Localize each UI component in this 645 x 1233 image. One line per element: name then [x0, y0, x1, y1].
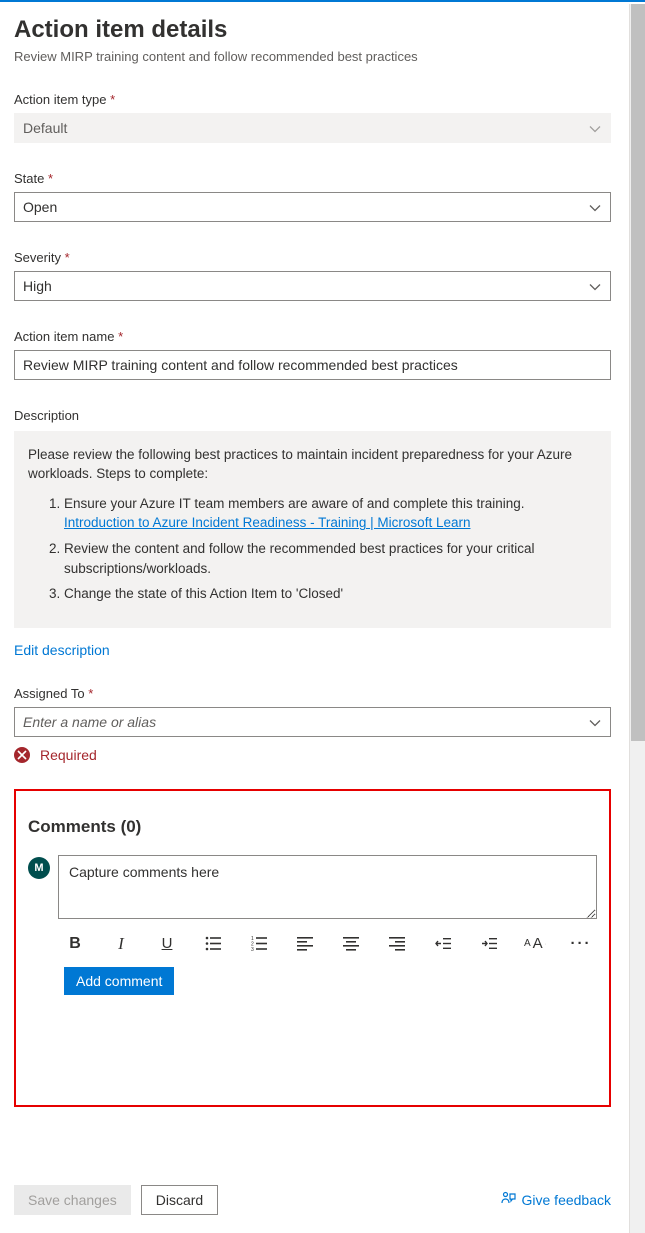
resize-grip-icon[interactable] — [585, 907, 595, 917]
edit-description-link[interactable]: Edit description — [14, 642, 110, 658]
font-size-button[interactable]: AA — [524, 933, 546, 955]
description-step-2: Review the content and follow the recomm… — [64, 539, 597, 578]
indent-button[interactable] — [478, 933, 500, 955]
type-label: Action item type * — [14, 92, 611, 107]
add-comment-button[interactable]: Add comment — [64, 967, 174, 995]
assigned-to-input[interactable]: Enter a name or alias — [14, 707, 611, 737]
give-feedback-link[interactable]: Give feedback — [500, 1191, 612, 1210]
feedback-icon — [500, 1191, 516, 1210]
state-label: State * — [14, 171, 611, 186]
comments-section: Comments (0) M Capture comments here B I… — [14, 789, 611, 1107]
close-button[interactable] — [603, 20, 611, 42]
assigned-to-error: Required — [14, 747, 611, 763]
description-step-1: Ensure your Azure IT team members are aw… — [64, 494, 597, 533]
description-training-link[interactable]: Introduction to Azure Incident Readiness… — [64, 515, 470, 530]
description-label: Description — [14, 408, 611, 423]
name-label: Action item name * — [14, 329, 611, 344]
more-button[interactable]: ··· — [570, 933, 592, 955]
scrollbar-thumb[interactable] — [631, 4, 645, 741]
avatar: M — [28, 857, 50, 879]
assigned-to-label: Assigned To * — [14, 686, 611, 701]
bold-button[interactable]: B — [64, 933, 86, 955]
bullet-list-button[interactable] — [202, 933, 224, 955]
panel-title: Action item details — [14, 16, 603, 45]
footer: Save changes Discard Give feedback — [14, 1185, 611, 1215]
align-center-button[interactable] — [340, 933, 362, 955]
align-left-button[interactable] — [294, 933, 316, 955]
align-right-button[interactable] — [386, 933, 408, 955]
description-box: Please review the following best practic… — [14, 431, 611, 628]
state-select[interactable]: Open — [14, 192, 611, 222]
scrollbar[interactable] — [629, 4, 645, 1233]
name-input[interactable] — [14, 350, 611, 380]
svg-text:3: 3 — [251, 947, 254, 952]
description-step-3: Change the state of this Action Item to … — [64, 584, 597, 604]
panel-subtitle: Review MIRP training content and follow … — [14, 49, 611, 64]
name-input-field[interactable] — [23, 351, 580, 379]
italic-button[interactable]: I — [110, 933, 132, 955]
numbered-list-button[interactable]: 123 — [248, 933, 270, 955]
comments-heading: Comments (0) — [28, 817, 597, 837]
severity-label: Severity * — [14, 250, 611, 265]
outdent-button[interactable] — [432, 933, 454, 955]
severity-select[interactable]: High — [14, 271, 611, 301]
comment-textarea[interactable]: Capture comments here — [58, 855, 597, 919]
save-button[interactable]: Save changes — [14, 1185, 131, 1215]
error-icon — [14, 747, 30, 763]
description-intro: Please review the following best practic… — [28, 445, 597, 484]
type-select: Default — [14, 113, 611, 143]
comment-toolbar: B I U 123 AA — [64, 933, 597, 955]
discard-button[interactable]: Discard — [141, 1185, 218, 1215]
underline-button[interactable]: U — [156, 933, 178, 955]
